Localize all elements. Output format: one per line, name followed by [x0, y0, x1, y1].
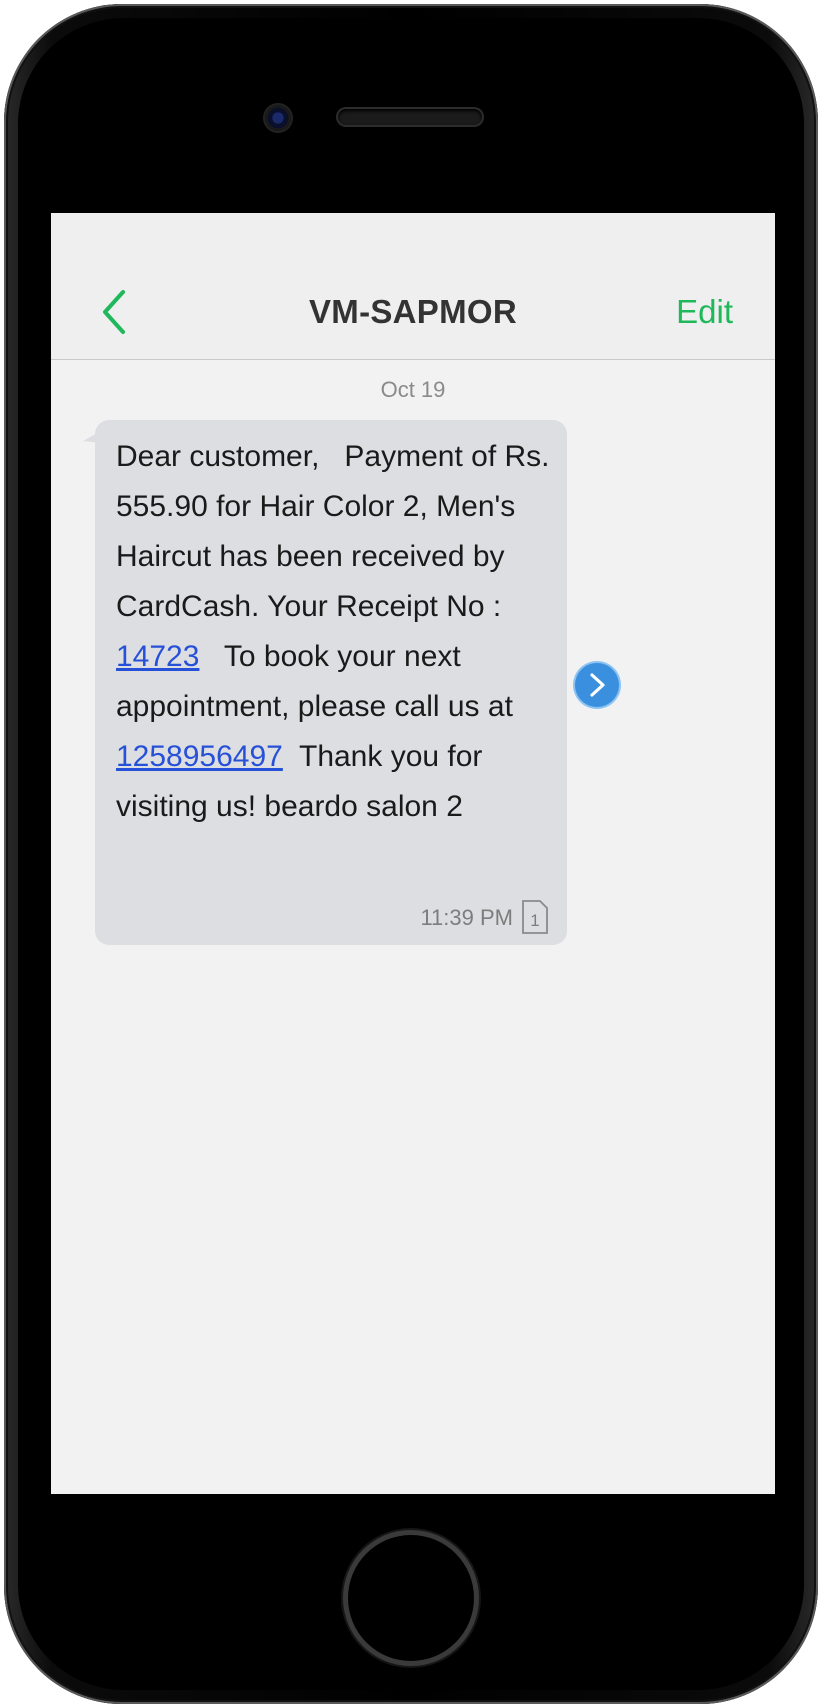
phone-number-link[interactable]: 1258956497: [116, 740, 283, 773]
chevron-right-icon: [590, 673, 605, 697]
navigation-bar: VM-SAPMOR Edit: [51, 213, 775, 360]
message-time: 11:39 PM: [420, 905, 513, 930]
forward-button[interactable]: [575, 663, 619, 707]
message-text-part-1: Dear customer, Payment of Rs. 555.90 for…: [116, 440, 558, 623]
message-bubble[interactable]: Dear customer, Payment of Rs. 555.90 for…: [95, 420, 567, 945]
earpiece-speaker: [338, 109, 482, 125]
home-button[interactable]: [348, 1535, 474, 1661]
messages-screen: VM-SAPMOR Edit Oct 19 Dear customer, Pay…: [51, 213, 775, 1494]
sim-card-icon: 1: [522, 900, 548, 934]
conversation-title: VM-SAPMOR: [308, 293, 518, 330]
sim-card-number: 1: [530, 911, 539, 930]
message-date: Oct 19: [380, 377, 446, 402]
edit-button[interactable]: Edit: [676, 293, 733, 331]
front-camera: [265, 105, 291, 131]
message-text: Dear customer, Payment of Rs. 555.90 for…: [116, 432, 556, 832]
receipt-number-link[interactable]: 14723: [116, 640, 199, 673]
